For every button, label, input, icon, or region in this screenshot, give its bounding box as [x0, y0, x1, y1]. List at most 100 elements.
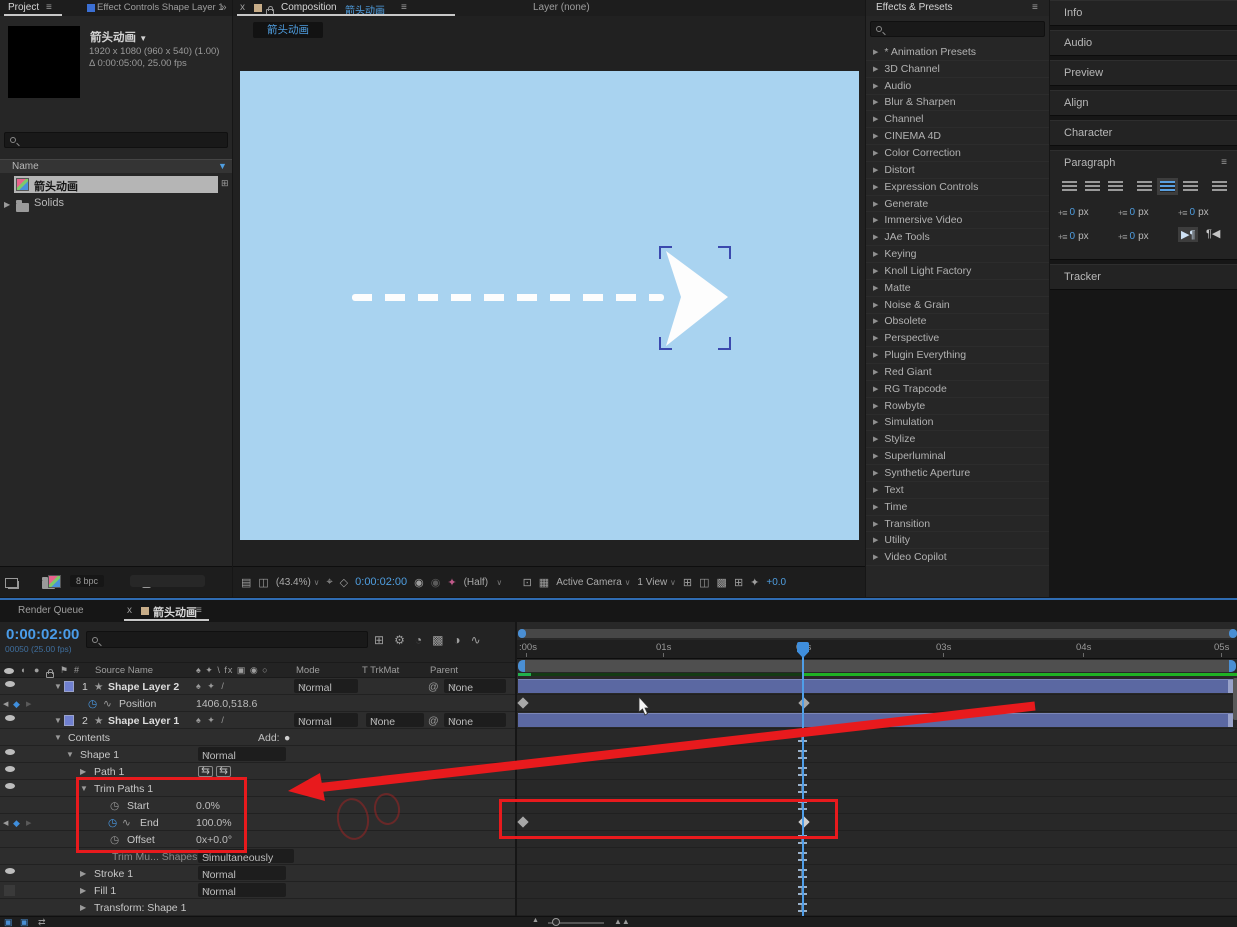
indent-left-field[interactable]: +≡ 0 px [1058, 207, 1089, 218]
collapsed-panel[interactable]: Character [1050, 120, 1237, 146]
twirl-closed-icon[interactable]: ▶ [873, 520, 878, 528]
collapsed-panel[interactable]: Preview [1050, 60, 1237, 86]
twirl-closed-icon[interactable]: ▶ [873, 385, 878, 393]
collapsed-panel[interactable]: Info [1050, 0, 1237, 26]
show-channels-icon[interactable]: ✦ [447, 576, 456, 589]
arrow-shape[interactable] [664, 249, 730, 348]
mask-visibility-icon[interactable]: ◇ [340, 576, 348, 589]
group-name[interactable]: Stroke 1 [94, 868, 133, 880]
effects-category-item[interactable]: ▶ Color Correction [866, 145, 1049, 162]
collapsed-panel-title[interactable]: Info [1050, 1, 1237, 25]
track-row-trim-multiple[interactable] [517, 848, 1237, 865]
track-row-shape-layer-1[interactable] [517, 712, 1237, 729]
effects-category-item[interactable]: ▶ Knoll Light Factory [866, 262, 1049, 280]
trim-multiple-dropdown[interactable]: Simultaneously ∨ [198, 849, 294, 864]
tab-layer[interactable]: Layer (none) [533, 2, 590, 13]
label-color-swatch[interactable] [64, 715, 74, 726]
project-search-input[interactable] [4, 132, 228, 148]
twirl-open-icon[interactable]: ▼ [54, 716, 62, 725]
panel-menu-icon[interactable]: ≡ [196, 605, 202, 616]
twirl-closed-icon[interactable]: ▶ [873, 82, 878, 90]
keyframe-toggle-icon[interactable]: ◆ [13, 818, 20, 829]
tab-render-queue[interactable]: Render Queue [18, 605, 84, 616]
parent-pickwhip-icon[interactable]: @ [428, 681, 439, 693]
group-row-transform-shape-1[interactable]: ▶ Transform: Shape 1 [0, 899, 515, 916]
effects-category-item[interactable]: ▶ Distort [866, 161, 1049, 179]
stopwatch-icon[interactable]: ◷ [110, 800, 119, 812]
goto-3d-view-icon[interactable]: ⊞ [683, 576, 692, 589]
timeline-zoom-knob[interactable] [552, 918, 560, 926]
toggle-expand-icon[interactable]: ▣ [20, 917, 29, 927]
justify-last-right-icon[interactable] [1183, 181, 1198, 192]
timeline-search-input[interactable] [86, 631, 368, 648]
stopwatch-icon[interactable]: ◷ [88, 698, 97, 710]
blend-mode-dropdown[interactable]: Normal ∨ [294, 679, 358, 694]
group-row-shape-1[interactable]: ▼ Shape 1 Normal ∨ [0, 746, 515, 763]
effects-panel-title[interactable]: Effects & Presets [876, 2, 953, 13]
twirl-closed-icon[interactable]: ▶ [873, 65, 878, 73]
playhead-line[interactable] [802, 644, 804, 916]
indent-left-value[interactable]: 0 [1070, 207, 1076, 218]
effects-category-item[interactable]: ▶ Keying [866, 246, 1049, 263]
work-area-start-handle[interactable] [518, 660, 525, 672]
twirl-closed-icon[interactable]: ▶ [873, 115, 878, 123]
effects-category-item[interactable]: ▶ Obsolete [866, 313, 1049, 331]
twirl-closed-icon[interactable]: ▶ [873, 200, 878, 208]
layer-name[interactable]: Shape Layer 1 [108, 715, 179, 727]
align-center-icon[interactable] [1085, 181, 1100, 192]
mode-column[interactable]: Mode [296, 665, 320, 676]
effects-category-item[interactable]: ▶ RG Trapcode [866, 380, 1049, 398]
adjust-exposure-icon[interactable]: ✦ [750, 576, 759, 589]
position-value[interactable]: 1406.0,518.6 [196, 698, 257, 710]
collapsed-panel-title[interactable]: Preview [1050, 61, 1237, 85]
track-row-contents[interactable] [517, 729, 1237, 746]
time-ruler[interactable]: :00s01s02s03s04s05s [517, 640, 1237, 659]
twirl-closed-icon[interactable]: ▶ [873, 267, 878, 275]
align-left-icon[interactable] [1062, 181, 1077, 192]
indent-right-value[interactable]: 0 [1070, 231, 1076, 242]
timeline-zoom-in-icon[interactable]: ▲▲ [614, 917, 630, 926]
track-row-transform[interactable] [517, 899, 1237, 916]
timeline-h-scrollbar[interactable] [518, 629, 1237, 638]
effects-category-item[interactable]: ▶ Expression Controls [866, 178, 1049, 196]
twirl-open-icon[interactable]: ▼ [54, 733, 62, 742]
group-name[interactable]: Trim Paths 1 [94, 783, 153, 795]
effects-category-item[interactable]: ▶ Rowbyte [866, 397, 1049, 415]
effects-category-item[interactable]: ▶ Audio [866, 77, 1049, 95]
twirl-closed-icon[interactable]: ▶ [80, 869, 86, 878]
effects-category-item[interactable]: ▶ Transition [866, 515, 1049, 533]
twirl-closed-icon[interactable]: ▶ [873, 166, 878, 174]
twirl-open-icon[interactable]: ▼ [66, 750, 74, 759]
resolution-dropdown[interactable]: (Half) ∨ [464, 577, 516, 588]
property-row-path-1[interactable]: ▶ Path 1 ⇆ ⇆ [0, 763, 515, 780]
timeline-v-scrollbar[interactable] [1233, 678, 1237, 720]
project-item-comp[interactable]: 箭头动画 ⊞ [0, 176, 232, 193]
transparency-grid-icon[interactable]: ▦ [539, 576, 549, 589]
twirl-closed-icon[interactable]: ▶ [873, 553, 878, 561]
effects-category-item[interactable]: ▶ Simulation [866, 414, 1049, 432]
track-row-trim-paths-1[interactable] [517, 780, 1237, 797]
group-row-stroke-1[interactable]: ▶ Stroke 1 Normal ∨ [0, 865, 515, 882]
blend-mode-dropdown[interactable]: Normal ∨ [294, 713, 358, 728]
collapsed-panel-title[interactable]: Audio [1050, 31, 1237, 55]
track-row-stroke-1[interactable] [517, 865, 1237, 882]
property-row-position[interactable]: ◀ ◆ ▶ ◷ ∿ Position 1406.0,518.6 [0, 695, 515, 712]
twirl-closed-icon[interactable]: ▶ [873, 418, 878, 426]
layer-row-shape-layer-2[interactable]: ▼ 1 ★ Shape Layer 2 ♠ ✦ / Normal ∨ @ None… [0, 678, 515, 695]
selection-corner-tr[interactable] [718, 246, 731, 259]
tab-project[interactable]: Project [8, 2, 39, 13]
space-before-value[interactable]: 0 [1130, 207, 1136, 218]
chevron-down-icon[interactable]: ▼ [139, 34, 147, 43]
offset-value[interactable]: 0x+0.0° [196, 834, 232, 846]
keyframe-toggle-icon[interactable]: ◆ [13, 699, 20, 710]
justify-last-left-icon[interactable] [1137, 181, 1152, 192]
fill-blend-dropdown[interactable]: Normal ∨ [198, 883, 286, 898]
layer-switches-icons[interactable]: ♠ ✦ / [196, 715, 226, 726]
stopwatch-icon[interactable]: ◷ [110, 834, 119, 846]
bit-depth-button[interactable]: 8 bpc [70, 575, 105, 587]
keyframe-next-icon[interactable]: ▶ [26, 700, 31, 708]
layer-switches-icons[interactable]: ♠ ✦ / [196, 681, 226, 692]
path-direction-icon[interactable]: ⇆ [198, 766, 213, 777]
twirl-closed-icon[interactable]: ▶ [80, 767, 86, 776]
twirl-closed-icon[interactable]: ▶ [873, 183, 878, 191]
